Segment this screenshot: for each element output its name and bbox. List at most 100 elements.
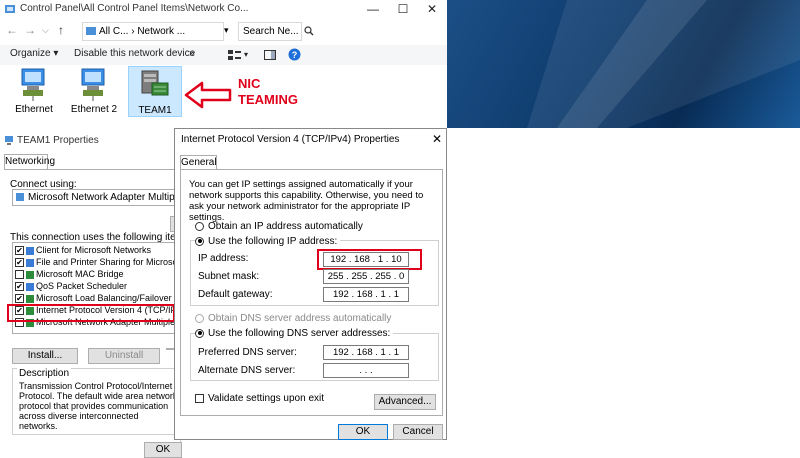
item-label: Client for Microsoft Networks (36, 245, 152, 255)
disable-device-button[interactable]: Disable this network device (74, 48, 195, 59)
explorer-window: Control Panel\All Control Panel Items\Ne… (0, 0, 447, 128)
view-options-icon[interactable] (228, 50, 242, 60)
command-bar: Organize ▾ Disable this network device »… (0, 45, 447, 65)
maximize-button[interactable]: ☐ (388, 0, 418, 18)
obtain-dns-auto-radio[interactable]: Obtain DNS server address automatically (195, 313, 391, 324)
desktop-wallpaper (447, 0, 800, 128)
alternate-dns-field[interactable]: . . . (323, 363, 409, 378)
address-bar[interactable]: All C... › Network ... (82, 22, 224, 41)
ipv4-cancel-button[interactable]: Cancel (393, 424, 443, 440)
adapter-small-icon (5, 136, 13, 145)
annotation-line-2: TEAMING (238, 92, 298, 107)
item-checkbox[interactable]: ✔ (15, 294, 24, 304)
ip-address-label: IP address: (198, 253, 249, 264)
tab-networking[interactable]: Networking (4, 154, 55, 169)
preferred-dns-field[interactable]: 192 . 168 . 1 . 1 (323, 345, 409, 360)
network-item-ethernet[interactable]: Ethernet (4, 66, 64, 115)
network-adapter-icon (21, 68, 45, 101)
network-item-team1[interactable]: TEAM1 (128, 66, 182, 117)
network-item-label: TEAM1 (138, 105, 172, 116)
use-following-ip-radio[interactable]: Use the following IP address: (195, 236, 341, 247)
protocol-icon (26, 270, 34, 279)
address-row: ← → ⌵ ↑ All C... › Network ... ▾ Search … (0, 20, 447, 42)
network-item-label: Ethernet (15, 104, 53, 115)
obtain-ip-auto-radio[interactable]: Obtain an IP address automatically (195, 221, 363, 232)
search-box[interactable]: Search Ne... (238, 22, 302, 41)
tab-general[interactable]: General (180, 155, 217, 170)
uninstall-button[interactable]: Uninstall (88, 348, 160, 364)
search-icon[interactable] (304, 26, 314, 36)
item-checkbox[interactable] (15, 270, 24, 280)
search-placeholder: Search Ne... (243, 26, 299, 37)
advanced-button[interactable]: Advanced... (374, 394, 436, 410)
list-item[interactable]: ✔ File and Printer Sharing for Microsoft … (15, 257, 181, 268)
adapter-field: Microsoft Network Adapter Multiplexor Dr… (12, 189, 182, 206)
radio-indicator (195, 236, 204, 246)
network-folder-icon (86, 27, 96, 36)
item-checkbox[interactable]: ✔ (15, 246, 24, 256)
description-label: Description (17, 368, 72, 379)
help-icon[interactable]: ? (288, 48, 301, 61)
general-tab-panel: You can get IP settings assigned automat… (180, 169, 443, 416)
close-button[interactable]: ✕ (417, 0, 447, 18)
props-title: TEAM1 Properties (17, 135, 99, 146)
item-checkbox[interactable]: ✔ (15, 258, 24, 268)
ipv4-highlight-box (7, 304, 175, 322)
props-ok-button[interactable]: OK (144, 442, 182, 458)
ip-address-field[interactable]: 192 . 168 . 1 . 10 (323, 252, 409, 267)
item-checkbox[interactable]: ✔ (15, 282, 24, 292)
checkbox-label: Validate settings upon exit (208, 393, 325, 404)
item-label: QoS Packet Scheduler (36, 281, 128, 291)
item-label: Microsoft MAC Bridge (36, 269, 124, 279)
radio-indicator (195, 313, 204, 323)
up-arrow-icon[interactable]: ↑ (58, 23, 64, 37)
back-arrow-icon[interactable]: ← (6, 23, 18, 37)
team1-properties-dialog: TEAM1 Properties Networking Connect usin… (0, 128, 192, 458)
description-text: Transmission Control Protocol/Internet P… (19, 381, 178, 431)
preview-pane-icon[interactable] (264, 50, 276, 60)
gateway-field[interactable]: 192 . 168 . 1 . 1 (323, 287, 409, 302)
checkbox-indicator (195, 393, 204, 403)
explorer-title: Control Panel\All Control Panel Items\Ne… (20, 3, 249, 14)
preferred-dns-label: Preferred DNS server: (198, 347, 297, 358)
view-dropdown-icon[interactable]: ▾ (244, 50, 248, 59)
protocol-icon (26, 294, 34, 303)
address-text: All C... › Network ... (99, 26, 186, 37)
svg-text:?: ? (292, 50, 298, 60)
annotation-arrow-icon (184, 81, 232, 109)
adapter-icon (16, 193, 24, 202)
more-commands-button[interactable]: » (189, 48, 195, 59)
radio-label: Use the following DNS server addresses: (208, 328, 391, 339)
networking-tab-panel: Connect using: Microsoft Network Adapter… (4, 169, 192, 458)
ipv4-ok-button[interactable]: OK (338, 424, 388, 440)
list-item[interactable]: ✔ Microsoft Load Balancing/Failover Provi (15, 293, 182, 304)
recent-chevron-icon[interactable]: ⌵ (42, 25, 49, 36)
address-dropdown-icon[interactable]: ▾ (224, 25, 229, 36)
annotation-line-1: NIC (238, 76, 261, 91)
ipv4-close-icon[interactable]: ✕ (432, 132, 442, 146)
forward-arrow-icon[interactable]: → (24, 23, 36, 37)
intro-text: You can get IP settings assigned automat… (189, 179, 424, 223)
service-icon (26, 282, 34, 291)
use-following-dns-radio[interactable]: Use the following DNS server addresses: (195, 328, 394, 339)
minimize-button[interactable]: — (358, 0, 388, 18)
radio-indicator (195, 328, 204, 338)
client-icon (26, 246, 34, 255)
subnet-mask-field[interactable]: 255 . 255 . 255 . 0 (323, 269, 409, 284)
validate-checkbox[interactable]: Validate settings upon exit (195, 393, 324, 404)
adapter-name: Microsoft Network Adapter Multiplexor Dr… (28, 192, 181, 203)
service-icon (26, 258, 34, 267)
item-label: Microsoft Load Balancing/Failover Provi (36, 293, 182, 303)
ipv4-properties-dialog: Internet Protocol Version 4 (TCP/IPv4) P… (174, 128, 447, 440)
subnet-mask-label: Subnet mask: (198, 271, 260, 282)
organize-menu[interactable]: Organize ▾ (10, 48, 58, 59)
radio-indicator (195, 221, 204, 231)
description-group: Description Transmission Control Protoco… (12, 368, 182, 435)
list-item[interactable]: ✔ Client for Microsoft Networks (15, 245, 151, 256)
list-item[interactable]: Microsoft MAC Bridge (15, 269, 124, 280)
list-item[interactable]: ✔ QoS Packet Scheduler (15, 281, 127, 292)
network-item-label: Ethernet 2 (70, 104, 118, 115)
nic-teaming-annotation: NIC TEAMING (238, 76, 298, 108)
network-item-ethernet-2[interactable]: Ethernet 2 (64, 66, 124, 115)
install-button[interactable]: Install... (12, 348, 78, 364)
